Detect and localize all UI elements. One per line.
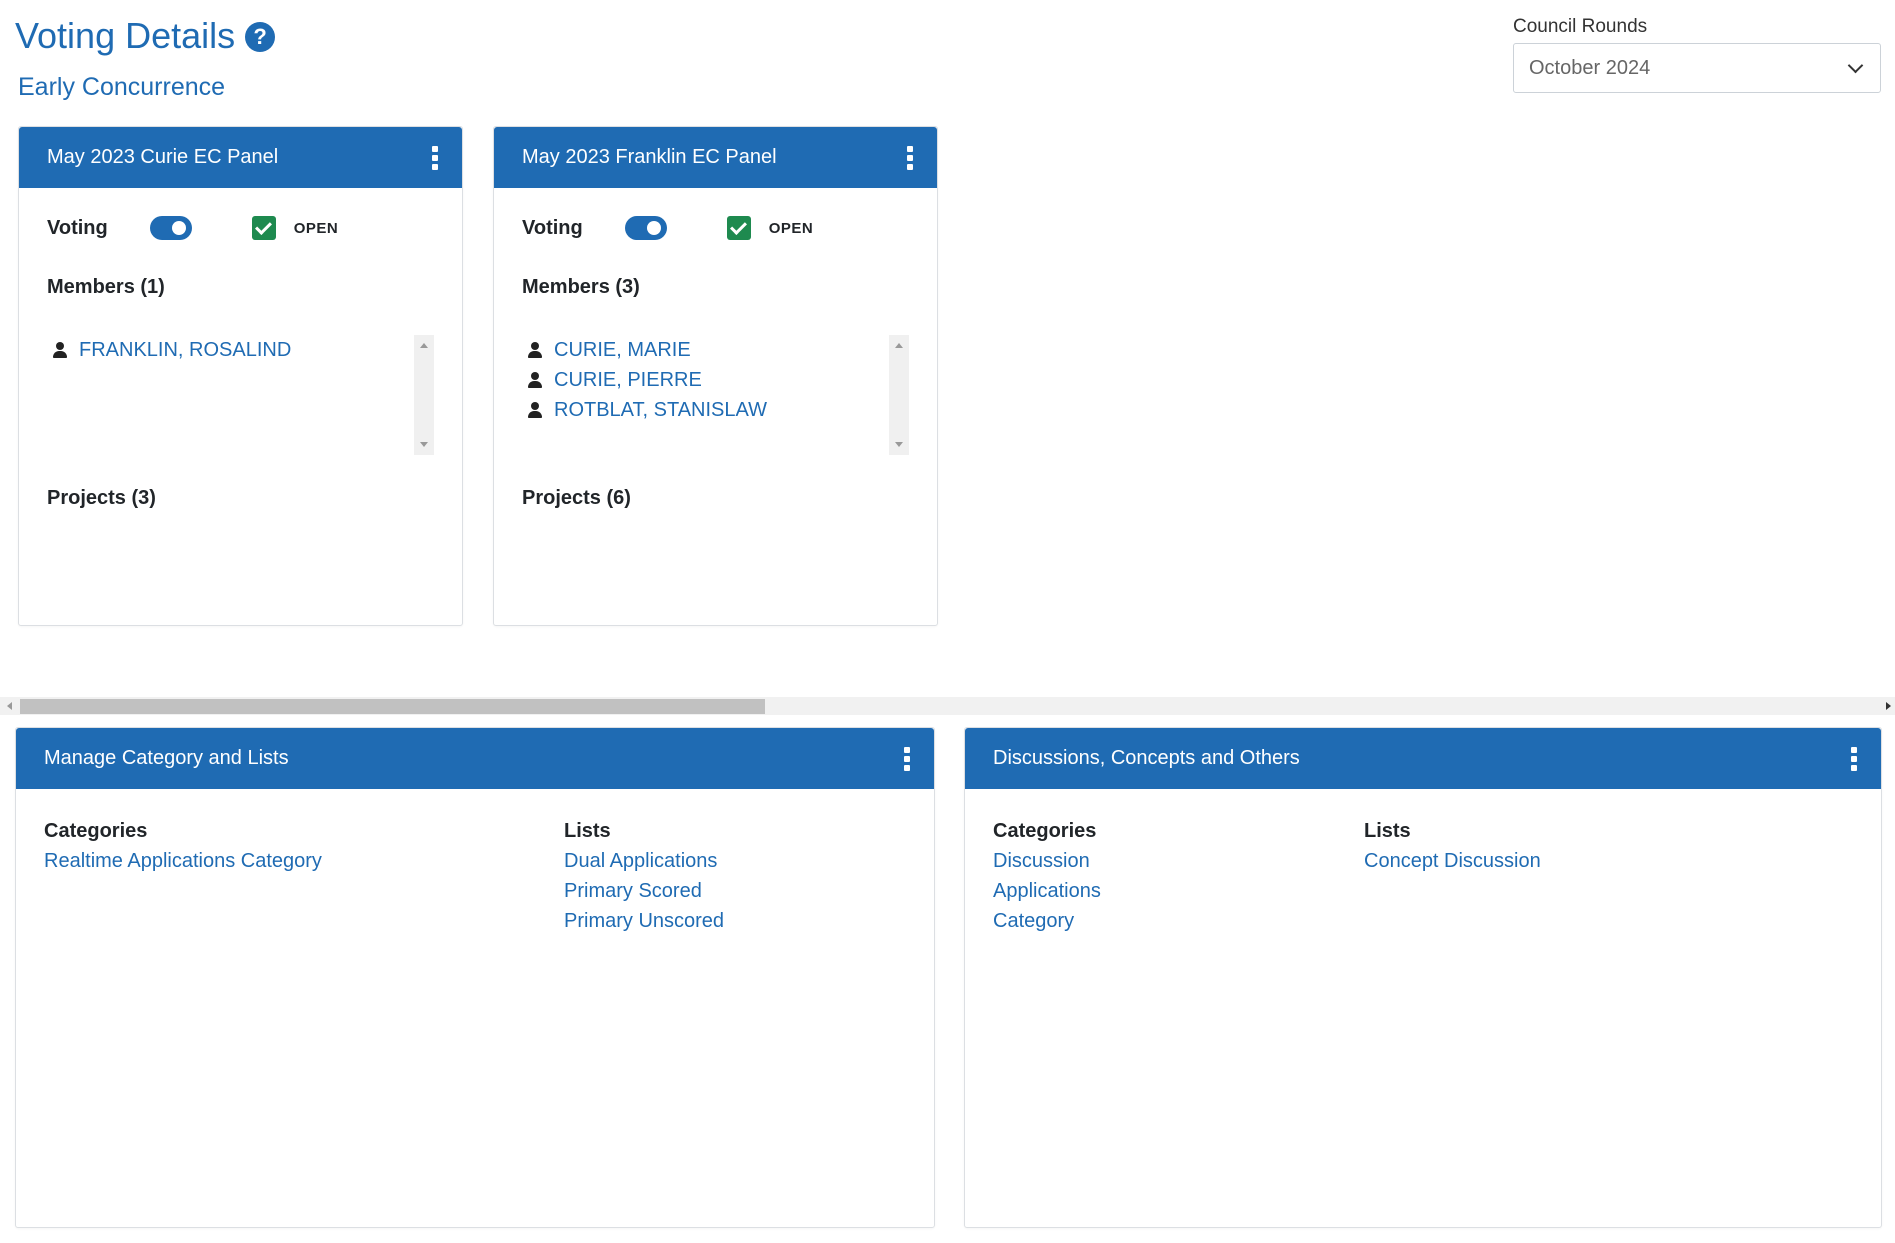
discussions-card: Discussions, Concepts and Others Categor… — [964, 727, 1882, 1228]
voting-label: Voting — [522, 216, 583, 239]
member-item[interactable]: CURIE, PIERRE — [528, 365, 909, 395]
open-label: OPEN — [293, 219, 339, 237]
member-name[interactable]: ROTBLAT, STANISLAW — [554, 399, 767, 422]
voting-row: Voting OPEN — [47, 213, 434, 243]
list-link[interactable]: Primary Scored — [564, 876, 724, 906]
panel-card: May 2023 Curie EC Panel Voting OPEN Memb… — [18, 126, 463, 626]
member-name[interactable]: CURIE, MARIE — [554, 339, 691, 362]
projects-title: Projects (3) — [47, 487, 156, 509]
lists-column: Lists Dual Applications Primary Scored P… — [564, 816, 724, 936]
scroll-down-icon[interactable] — [420, 442, 428, 447]
council-rounds-value: October 2024 — [1529, 56, 1651, 79]
lists-label: Lists — [564, 820, 611, 842]
categories-column: Categories Discussion Applications Categ… — [993, 816, 1101, 936]
manage-category-header: Manage Category and Lists — [16, 728, 934, 789]
scroll-up-icon[interactable] — [420, 343, 428, 348]
member-item[interactable]: FRANKLIN, ROSALIND — [53, 335, 434, 365]
discussions-title: Discussions, Concepts and Others — [993, 747, 1300, 769]
member-list-scrollbar[interactable] — [889, 335, 909, 455]
manage-category-card: Manage Category and Lists Categories Rea… — [15, 727, 935, 1228]
panel-card: May 2023 Franklin EC Panel Voting OPEN M… — [493, 126, 938, 626]
member-item[interactable]: CURIE, MARIE — [528, 335, 909, 365]
person-icon — [53, 341, 67, 359]
scroll-up-icon[interactable] — [895, 343, 903, 348]
chevron-down-icon — [1847, 57, 1864, 73]
panel-title: May 2023 Franklin EC Panel — [522, 146, 777, 168]
projects-title: Projects (6) — [522, 487, 631, 509]
question-circle-icon[interactable]: ? — [245, 22, 276, 52]
voting-row: Voting OPEN — [522, 213, 909, 243]
council-rounds-select[interactable]: October 2024 — [1513, 43, 1881, 93]
open-label: OPEN — [768, 219, 814, 237]
person-icon — [528, 341, 542, 359]
council-rounds: Council Rounds October 2024 — [1513, 14, 1881, 93]
lists-column: Lists Concept Discussion — [1364, 816, 1541, 876]
person-icon — [528, 401, 542, 419]
member-list: FRANKLIN, ROSALIND — [47, 335, 434, 455]
members-title: Members (1) — [47, 276, 165, 298]
member-name[interactable]: FRANKLIN, ROSALIND — [79, 339, 291, 362]
discussions-body: Categories Discussion Applications Categ… — [965, 789, 1881, 1189]
member-list: CURIE, MARIE CURIE, PIERRE ROTBLAT, STAN… — [522, 335, 909, 455]
category-link[interactable]: Applications — [993, 876, 1101, 906]
list-link[interactable]: Concept Discussion — [1364, 846, 1541, 876]
categories-label: Categories — [993, 820, 1097, 842]
scroll-right-icon[interactable] — [1886, 702, 1891, 710]
member-item[interactable]: ROTBLAT, STANISLAW — [528, 395, 909, 425]
scroll-left-icon[interactable] — [7, 702, 12, 710]
categories-column: Categories Realtime Applications Categor… — [44, 816, 322, 876]
kebab-menu-icon[interactable] — [1851, 746, 1857, 771]
category-link[interactable]: Category — [993, 906, 1101, 936]
list-link[interactable]: Primary Unscored — [564, 906, 724, 936]
horizontal-scrollbar[interactable] — [0, 697, 1895, 715]
voting-toggle[interactable] — [624, 216, 667, 240]
council-rounds-label: Council Rounds — [1513, 16, 1648, 37]
category-link[interactable]: Discussion — [993, 846, 1101, 876]
members-title: Members (3) — [522, 276, 640, 298]
member-name[interactable]: CURIE, PIERRE — [554, 369, 702, 392]
page-title-group: Voting Details ? — [15, 15, 276, 56]
manage-category-title: Manage Category and Lists — [44, 747, 289, 769]
list-link[interactable]: Dual Applications — [564, 846, 724, 876]
kebab-menu-icon[interactable] — [907, 145, 913, 170]
kebab-menu-icon[interactable] — [904, 746, 910, 771]
person-icon — [528, 371, 542, 389]
panel-card-body: Voting OPEN Members (3) CURIE, MARIE CUR… — [494, 213, 937, 511]
kebab-menu-icon[interactable] — [432, 145, 438, 170]
member-list-scrollbar[interactable] — [414, 335, 434, 455]
lists-label: Lists — [1364, 820, 1411, 842]
open-checkbox[interactable] — [726, 216, 751, 240]
category-link[interactable]: Realtime Applications Category — [44, 846, 322, 876]
categories-label: Categories — [44, 820, 148, 842]
voting-toggle[interactable] — [149, 216, 192, 240]
panel-card-body: Voting OPEN Members (1) FRANKLIN, ROSALI… — [19, 213, 462, 511]
open-checkbox[interactable] — [251, 216, 276, 240]
page-subtitle: Early Concurrence — [18, 73, 226, 101]
manage-category-body: Categories Realtime Applications Categor… — [16, 789, 934, 1189]
discussions-header: Discussions, Concepts and Others — [965, 728, 1881, 789]
panel-card-header: May 2023 Franklin EC Panel — [494, 127, 937, 188]
horizontal-scroll-thumb[interactable] — [20, 699, 765, 714]
voting-label: Voting — [47, 216, 108, 239]
panel-card-header: May 2023 Curie EC Panel — [19, 127, 462, 188]
scroll-down-icon[interactable] — [895, 442, 903, 447]
page-title: Voting Details — [15, 15, 236, 56]
panel-title: May 2023 Curie EC Panel — [47, 146, 279, 168]
